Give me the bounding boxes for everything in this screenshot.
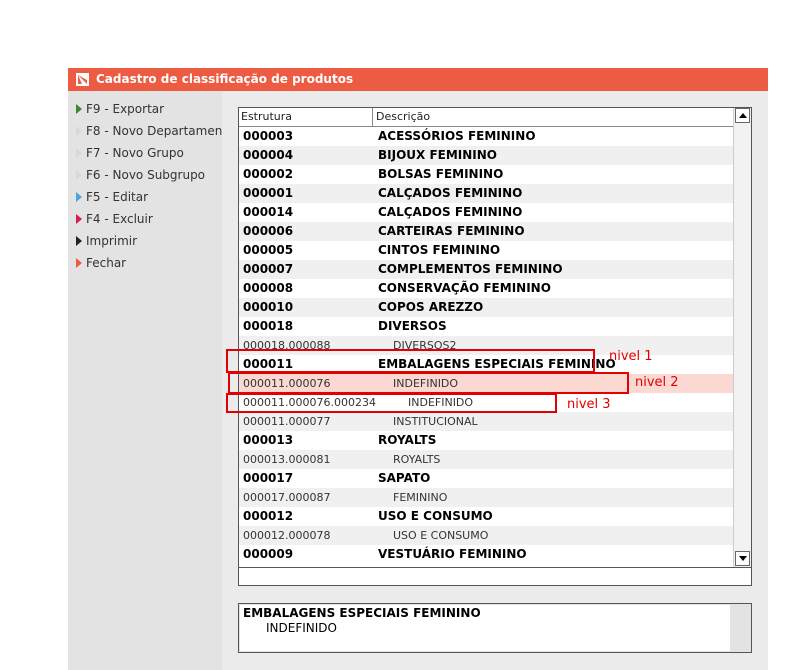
table-row[interactable]: 000013 ROYALTS <box>239 431 733 450</box>
app-logo-icon <box>76 73 89 86</box>
structure-code-cell: 000013 <box>243 433 294 447</box>
table-row[interactable]: 000012 USO E CONSUMO <box>239 507 733 526</box>
annotation-box-level-3 <box>226 393 557 413</box>
table-row[interactable]: 000012.000078 USO E CONSUMO <box>239 526 733 545</box>
scroll-up-button[interactable] <box>735 108 750 123</box>
structure-code-cell: 000013.000081 <box>243 453 331 466</box>
structure-code-cell: 000014 <box>243 205 294 219</box>
arrow-down-icon <box>739 556 747 561</box>
detail-department: EMBALAGENS ESPECIAIS FEMININO <box>243 606 481 620</box>
description-cell: INSTITUCIONAL <box>393 415 478 428</box>
table-row[interactable]: 000008 CONSERVAÇÃO FEMININO <box>239 279 733 298</box>
structure-code-cell: 000017.000087 <box>243 491 331 504</box>
description-cell: CARTEIRAS FEMININO <box>378 224 525 238</box>
description-cell: DIVERSOS <box>378 319 447 333</box>
table-row[interactable]: 000005 CINTOS FEMININO <box>239 241 733 260</box>
print-arrow-icon <box>76 236 82 246</box>
table-row[interactable]: 000013.000081 ROYALTS <box>239 450 733 469</box>
structure-code-cell: 000017 <box>243 471 294 485</box>
delete-arrow-icon <box>76 214 82 224</box>
description-cell: BIJOUX FEMININO <box>378 148 498 162</box>
table-row[interactable]: 000018 DIVERSOS <box>239 317 733 336</box>
column-header-descricao[interactable]: Descrição <box>373 108 733 126</box>
description-cell: USO E CONSUMO <box>378 509 493 523</box>
table-row[interactable]: 000004 BIJOUX FEMININO <box>239 146 733 165</box>
sidebar: F9 - Exportar F8 - Novo Departamento F7 - … <box>68 91 234 670</box>
structure-code-cell: 000006 <box>243 224 294 238</box>
table-row[interactable]: 000007 COMPLEMENTOS FEMININO <box>239 260 733 279</box>
structure-code-cell: 000018 <box>243 319 294 333</box>
menu-item-label: F7 - Novo Grupo <box>86 146 184 160</box>
new-group-arrow-icon <box>76 148 82 158</box>
description-cell: ROYALTS <box>378 433 437 447</box>
grid-header: Estrutura Descrição <box>239 108 733 127</box>
structure-code-cell: 000007 <box>243 262 294 276</box>
annotation-box-level-1 <box>226 349 595 373</box>
arrow-up-icon <box>739 113 747 118</box>
grid-rows: 000003 ACESSÓRIOS FEMININO 000004 BIJOUX FE… <box>239 127 733 564</box>
description-cell: VESTUÁRIO FEMININO <box>378 547 527 561</box>
menu-item-label: F8 - Novo Departamento <box>86 124 235 138</box>
window-title: Cadastro de classificação de produtos <box>96 72 354 86</box>
annotation-label-level-2: nivel 2 <box>635 375 679 390</box>
edit-arrow-icon <box>76 192 82 202</box>
table-row[interactable]: 000003 ACESSÓRIOS FEMININO <box>239 127 733 146</box>
export-arrow-icon <box>76 104 82 114</box>
description-cell: FEMININO <box>393 491 448 504</box>
scroll-down-button[interactable] <box>735 551 750 566</box>
detail-panel: EMBALAGENS ESPECIAIS FEMININO INDEFINIDO <box>238 603 752 653</box>
menu-item-label: F4 - Excluir <box>86 212 153 226</box>
grid-footer-divider <box>239 567 751 568</box>
structure-code-cell: 000009 <box>243 547 294 561</box>
new-subgroup-arrow-icon <box>76 170 82 180</box>
table-row[interactable]: 000009 VESTUÁRIO FEMININO <box>239 545 733 564</box>
structure-code-cell: 000010 <box>243 300 294 314</box>
description-cell: BOLSAS FEMININO <box>378 167 504 181</box>
table-row[interactable]: 000011.000077 INSTITUCIONAL <box>239 412 733 431</box>
description-cell: COPOS AREZZO <box>378 300 484 314</box>
new-department-arrow-icon <box>76 126 82 136</box>
table-row[interactable]: 000002 BOLSAS FEMININO <box>239 165 733 184</box>
detail-text-area: EMBALAGENS ESPECIAIS FEMININO INDEFINIDO <box>240 605 730 651</box>
table-row[interactable]: 000006 CARTEIRAS FEMININO <box>239 222 733 241</box>
menu-item-label: Imprimir <box>86 234 138 248</box>
table-row[interactable]: 000001 CALÇADOS FEMININO <box>239 184 733 203</box>
description-cell: CALÇADOS FEMININO <box>378 205 523 219</box>
description-cell: ACESSÓRIOS FEMININO <box>378 129 536 143</box>
structure-code-cell: 000001 <box>243 186 294 200</box>
table-row[interactable]: 000017.000087 FEMININO <box>239 488 733 507</box>
menu-item-label: F9 - Exportar <box>86 102 165 116</box>
description-cell: ROYALTS <box>393 453 441 466</box>
description-cell: CINTOS FEMININO <box>378 243 501 257</box>
menu-item-label: Fechar <box>86 256 127 270</box>
description-cell: CALÇADOS FEMININO <box>378 186 523 200</box>
structure-code-cell: 000003 <box>243 129 294 143</box>
structure-code-cell: 000008 <box>243 281 294 295</box>
description-cell: SAPATO <box>378 471 431 485</box>
annotation-label-level-3: nivel 3 <box>567 397 611 412</box>
structure-code-cell: 000012.000078 <box>243 529 331 542</box>
description-cell: COMPLEMENTOS FEMININO <box>378 262 563 276</box>
table-row[interactable]: 000014 CALÇADOS FEMININO <box>239 203 733 222</box>
structure-code-cell: 000004 <box>243 148 294 162</box>
menu-item-label: F5 - Editar <box>86 190 149 204</box>
structure-code-cell: 000002 <box>243 167 294 181</box>
description-cell: CONSERVAÇÃO FEMININO <box>378 281 551 295</box>
annotation-label-level-1: nivel 1 <box>609 349 653 364</box>
structure-code-cell: 000011.000077 <box>243 415 331 428</box>
menu-item-label: F6 - Novo Subgrupo <box>86 168 206 182</box>
description-cell: USO E CONSUMO <box>393 529 489 542</box>
table-row[interactable]: 000017 SAPATO <box>239 469 733 488</box>
close-arrow-icon <box>76 258 82 268</box>
classification-grid[interactable]: Estrutura Descrição 000003 ACESSÓRIOS FEM… <box>238 107 752 586</box>
title-bar: Cadastro de classificação de produtos <box>68 68 768 91</box>
structure-code-cell: 000005 <box>243 243 294 257</box>
vertical-scrollbar[interactable] <box>733 108 751 567</box>
table-row[interactable]: 000010 COPOS AREZZO <box>239 298 733 317</box>
column-header-estrutura[interactable]: Estrutura <box>239 108 373 126</box>
annotation-box-level-2 <box>228 372 629 394</box>
detail-subgroup: INDEFINIDO <box>266 621 337 635</box>
structure-code-cell: 000012 <box>243 509 294 523</box>
